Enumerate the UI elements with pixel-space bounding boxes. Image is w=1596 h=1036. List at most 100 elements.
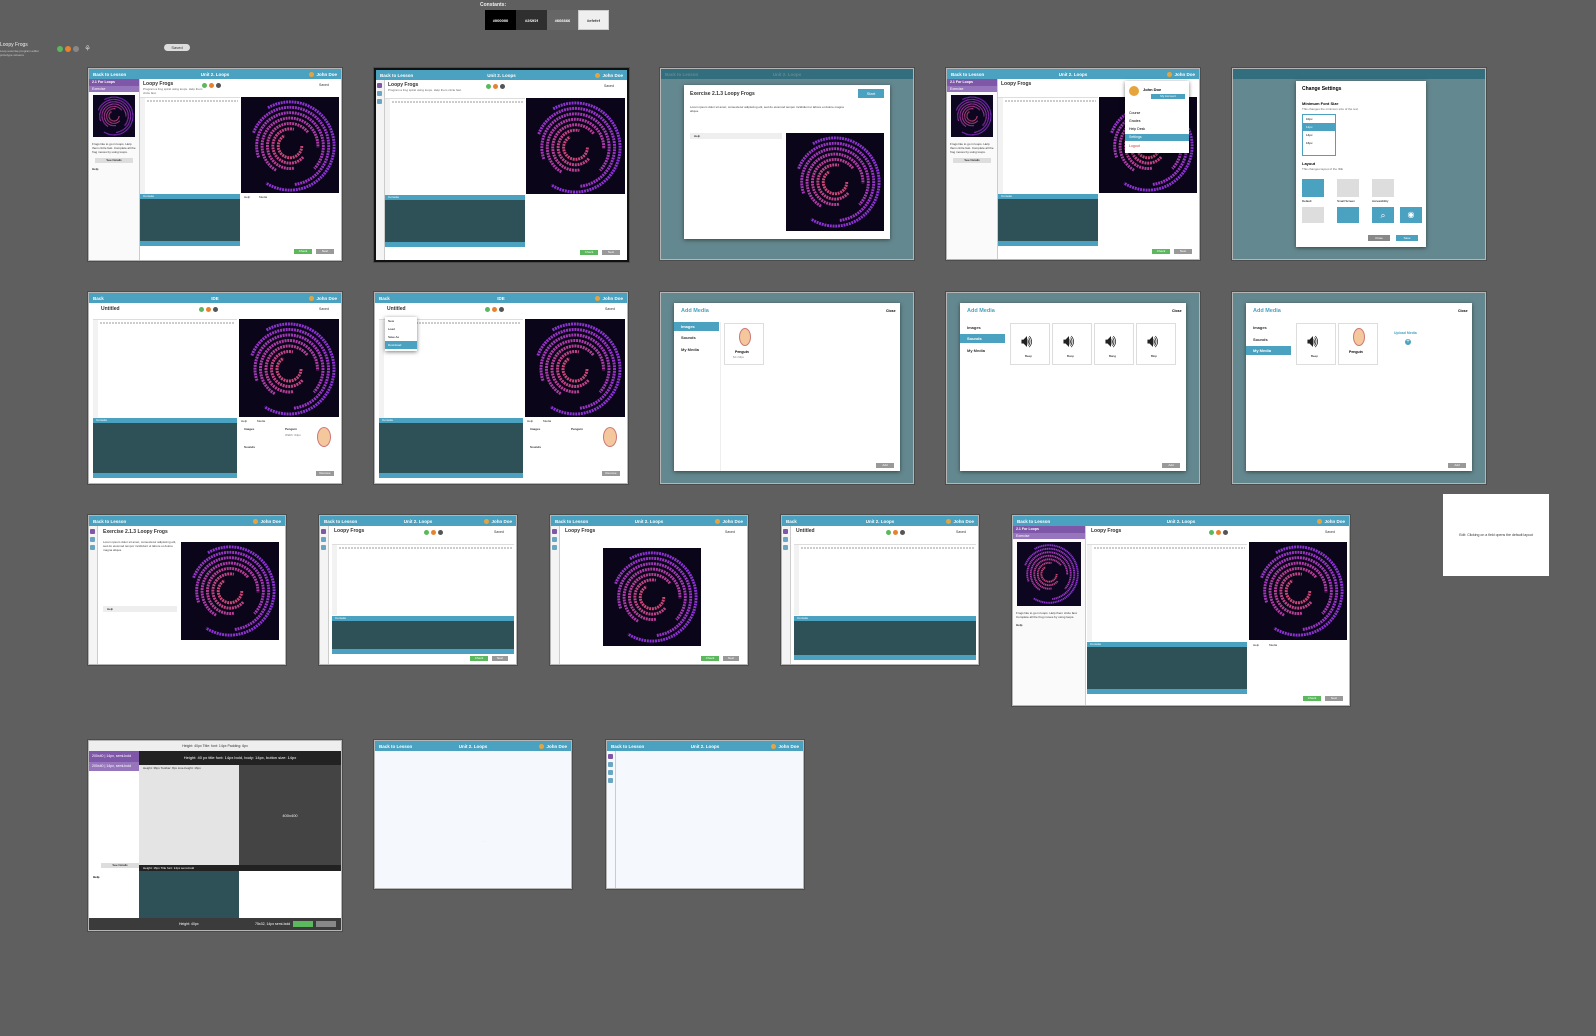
sidebar-exercise[interactable]: Exercise (947, 86, 997, 92)
files-icon[interactable] (783, 537, 788, 542)
help-tab[interactable]: Help (241, 419, 248, 423)
file-title[interactable]: Untitled (101, 306, 120, 312)
media-icon[interactable] (608, 770, 613, 775)
step-icon[interactable] (73, 46, 79, 52)
sidebar-unit[interactable]: 2.1 For Loops (1013, 526, 1085, 533)
run-button[interactable] (485, 307, 490, 312)
files-icon[interactable] (552, 537, 557, 542)
layout-accessibility-option[interactable] (1372, 179, 1394, 197)
run-button[interactable] (1209, 530, 1214, 535)
debug-button[interactable] (216, 83, 221, 88)
debug-button[interactable] (900, 530, 905, 535)
check-button[interactable]: Check (1303, 696, 1321, 701)
files-icon[interactable] (90, 537, 95, 542)
nav-my-media[interactable]: My Media (967, 348, 985, 353)
images-section[interactable]: Images (530, 427, 541, 431)
code-editor[interactable] (1087, 544, 1247, 641)
menu-item-grades[interactable]: Grades (1129, 119, 1140, 123)
run-button[interactable] (424, 530, 429, 535)
media-icon[interactable] (552, 545, 557, 550)
user-menu[interactable]: John Doe (1317, 519, 1345, 524)
next-button[interactable]: Next (602, 250, 620, 255)
start-button[interactable]: Start (858, 89, 884, 98)
sound-card[interactable]: 🔊︎ Beep (1010, 323, 1050, 365)
lesson-icon[interactable] (552, 529, 557, 534)
check-button[interactable]: Check (470, 656, 488, 661)
user-menu[interactable]: John Doe (1167, 72, 1195, 77)
nav-images[interactable]: Images (674, 322, 719, 331)
nav-sounds[interactable]: Sounds (960, 334, 1005, 343)
code-editor[interactable] (998, 97, 1098, 194)
user-menu[interactable]: John Doe (309, 296, 337, 301)
media-tab[interactable]: Media (257, 419, 266, 423)
media-card-penguin[interactable]: Penguin (1338, 323, 1378, 365)
user-menu[interactable]: John Doe (309, 72, 337, 77)
check-button[interactable]: Check (1152, 249, 1170, 254)
layout-extra-option[interactable] (1302, 207, 1324, 223)
debug-button[interactable] (500, 84, 505, 89)
user-menu[interactable]: John Doe (253, 519, 281, 524)
see-details-button[interactable]: See Details (953, 158, 991, 163)
menu-item-settings[interactable]: Settings (1125, 134, 1189, 141)
debug-button[interactable] (499, 307, 504, 312)
code-editor[interactable] (140, 97, 240, 194)
user-menu[interactable]: John Doe (595, 296, 623, 301)
file-title[interactable]: Untitled (387, 306, 406, 312)
console-input[interactable] (385, 242, 525, 247)
lesson-icon[interactable] (783, 529, 788, 534)
upload-media[interactable]: Upload Media + (1390, 325, 1428, 365)
check-button[interactable]: Check (580, 250, 598, 255)
sidebar-unit[interactable]: 2.1 For Loops (89, 79, 139, 86)
files-icon[interactable] (608, 762, 613, 767)
settings-save-button[interactable]: Save (1396, 235, 1418, 241)
lesson-icon[interactable] (377, 83, 382, 88)
font-option[interactable]: 16px (1303, 139, 1335, 147)
stop-button[interactable] (1216, 530, 1221, 535)
lesson-icon[interactable] (90, 529, 95, 534)
files-icon[interactable] (321, 537, 326, 542)
font-option-selected[interactable]: 12px (1303, 123, 1335, 131)
stop-button[interactable] (206, 307, 211, 312)
console-input[interactable] (93, 473, 237, 478)
user-menu[interactable]: John Doe (484, 519, 512, 524)
layout-wide-option[interactable] (1337, 207, 1359, 223)
console-input[interactable] (140, 241, 240, 246)
media-icon[interactable] (321, 545, 326, 550)
run-button[interactable] (486, 84, 491, 89)
next-button[interactable]: Next (316, 249, 334, 254)
back-to-lesson-link[interactable]: Back to Lesson (93, 519, 126, 524)
next-button[interactable]: Next (723, 656, 739, 661)
sidebar-exercise[interactable]: Exercise (89, 86, 139, 92)
lesson-icon[interactable] (321, 529, 326, 534)
sound-card[interactable]: 🔊︎ Bang (1094, 323, 1134, 365)
stop-button[interactable] (492, 307, 497, 312)
stop-button[interactable] (893, 530, 898, 535)
add-button[interactable]: Add (1448, 463, 1466, 468)
nav-images[interactable]: Images (967, 325, 981, 330)
console-input[interactable] (794, 655, 976, 660)
console-input[interactable] (332, 649, 514, 654)
run-button[interactable] (199, 307, 204, 312)
nav-sounds[interactable]: Sounds (681, 335, 696, 340)
media-tab[interactable]: Media (259, 195, 268, 199)
console-input[interactable] (998, 241, 1098, 246)
nav-my-media[interactable]: My Media (681, 347, 699, 352)
media-icon[interactable] (377, 99, 382, 104)
sounds-section[interactable]: Sounds (244, 445, 255, 449)
remove-media-button[interactable]: Remove (602, 471, 620, 476)
nav-sounds[interactable]: Sounds (1253, 337, 1268, 342)
file-title[interactable]: Untitled (796, 528, 815, 534)
nav-my-media[interactable]: My Media (1246, 346, 1291, 355)
folder-icon[interactable] (608, 778, 613, 783)
sound-card[interactable]: 🔊︎ Blop (1136, 323, 1176, 365)
user-menu[interactable]: John Doe (715, 519, 743, 524)
nav-images[interactable]: Images (1253, 325, 1267, 330)
user-menu[interactable]: John Doe (595, 73, 623, 78)
sidebar-unit[interactable]: 2.1 For Loops (947, 79, 997, 86)
sounds-section[interactable]: Sounds (530, 445, 541, 449)
code-editor[interactable] (385, 98, 525, 195)
media-card-penguin[interactable]: Penguin 64 x 64px (724, 323, 764, 365)
user-menu[interactable]: John Doe (771, 744, 799, 749)
add-media-close[interactable]: Close (1172, 309, 1182, 313)
magnify-icon[interactable]: ⌕ (1372, 207, 1394, 223)
